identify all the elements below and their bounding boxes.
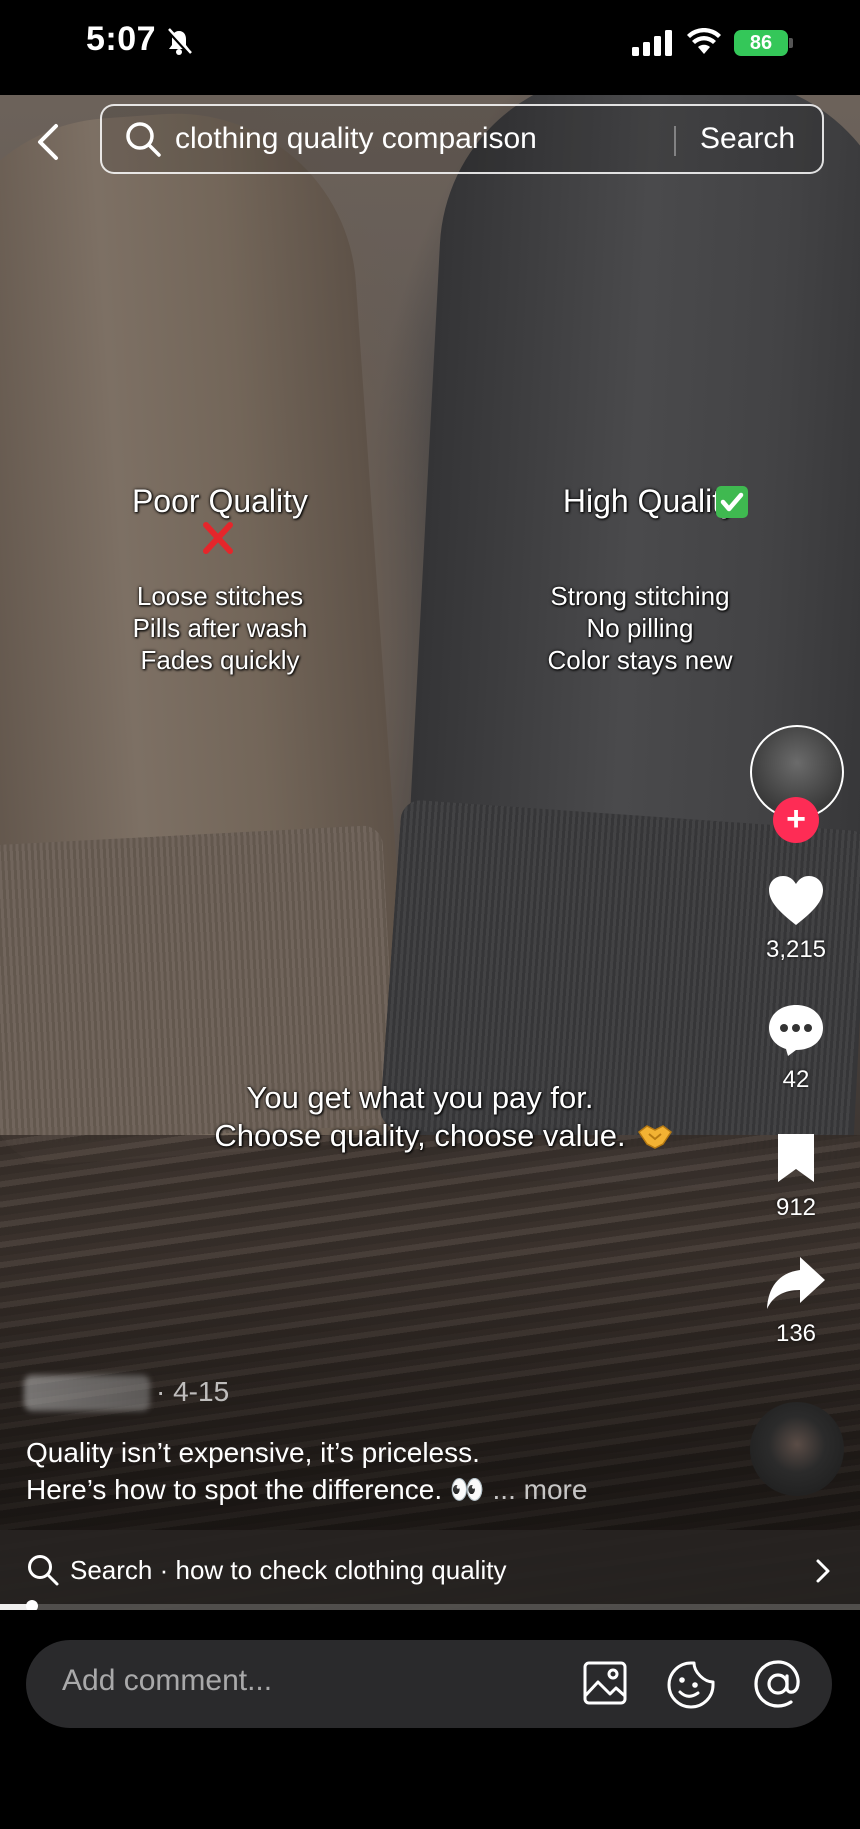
comment-count: 42 (782, 1066, 810, 1093)
music-disc[interactable] (750, 1402, 844, 1496)
caption-line-2-text: Choose quality, choose value. (214, 1118, 626, 1153)
follow-button[interactable]: + (773, 797, 819, 843)
share-count: 136 (775, 1320, 817, 1347)
high-item-2: No pilling (586, 613, 694, 643)
description-line-1: Quality isn’t expensive, it’s priceless. (26, 1437, 480, 1468)
search-icon (126, 122, 161, 157)
poor-item-1: Loose stitches (136, 581, 304, 611)
like-count: 3,215 (765, 936, 827, 963)
status-time: 5:07 (86, 20, 157, 58)
high-quality-title: High Quality (505, 483, 795, 520)
poor-item-2: Pills after wash (132, 613, 308, 643)
description-line-2: Here’s how to spot the difference. 👀 ...… (26, 1473, 587, 1506)
search-query-text[interactable]: clothing quality comparison (175, 122, 537, 156)
high-quality-label: High Quality (562, 483, 738, 519)
handshake-icon (637, 1125, 673, 1149)
battery-tip (789, 38, 793, 48)
back-button[interactable] (30, 120, 70, 164)
poor-quality-title: Poor Quality (131, 483, 309, 519)
search-divider (674, 126, 676, 156)
share-icon[interactable] (764, 1254, 828, 1312)
red-cross-icon (203, 522, 233, 554)
mention-icon[interactable] (752, 1658, 804, 1710)
comment-placeholder[interactable]: Add comment... (62, 1664, 272, 1698)
related-search-label[interactable]: Search · how to check clothing quality (70, 1555, 506, 1586)
bookmark-icon[interactable] (773, 1131, 819, 1185)
chevron-right-icon[interactable] (812, 1556, 834, 1586)
battery-icon: 86 (734, 30, 788, 56)
high-item-1: Strong stitching (550, 581, 730, 611)
poor-item-3: Fades quickly (140, 645, 300, 675)
post-date: · 4-15 (156, 1376, 230, 1407)
image-icon[interactable] (582, 1660, 628, 1706)
green-check-icon (716, 486, 748, 518)
save-count: 912 (775, 1194, 817, 1221)
author-name-blurred[interactable] (24, 1375, 150, 1411)
signal-icon (632, 30, 672, 56)
video-caption-line-1: You get what you pay for. (246, 1080, 594, 1115)
bell-slash-icon (166, 28, 192, 56)
emoji-sticker-icon[interactable] (666, 1660, 716, 1710)
high-item-3: Color stays new (547, 645, 733, 675)
high-quality-list: Strong stitching No pilling Color stays … (490, 580, 790, 676)
heart-icon[interactable] (766, 873, 826, 929)
wifi-icon (687, 28, 721, 54)
more-link[interactable]: ... more (493, 1474, 588, 1505)
comment-icon[interactable] (766, 1002, 826, 1058)
search-button[interactable]: Search (700, 122, 795, 156)
poor-quality-list: Loose stitches Pills after wash Fades qu… (60, 580, 380, 676)
description-line-2-text: Here’s how to spot the difference. 👀 (26, 1474, 485, 1505)
search-icon (28, 1555, 59, 1586)
